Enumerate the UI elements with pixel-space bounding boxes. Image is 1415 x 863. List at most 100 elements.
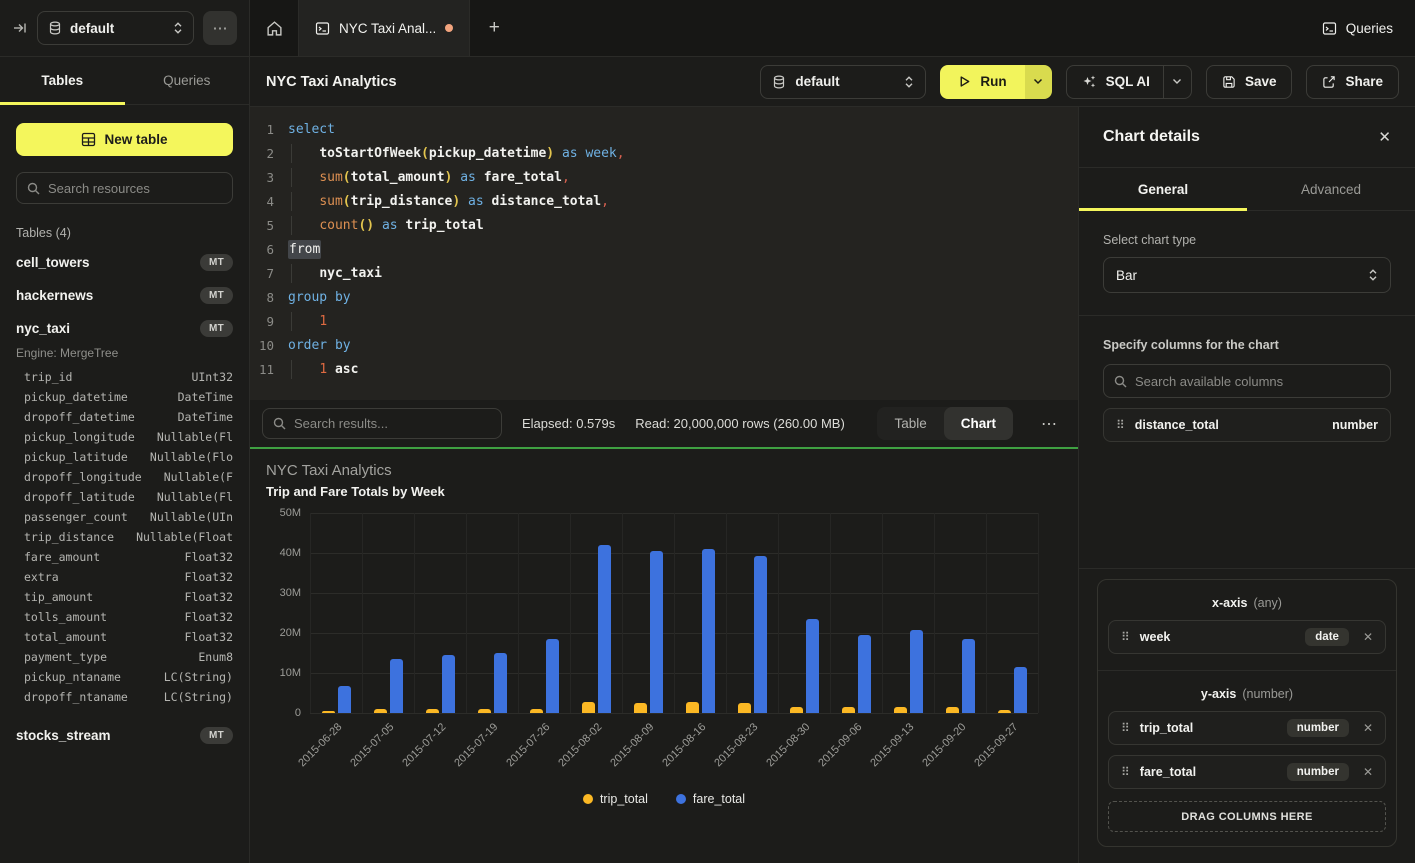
sql-ai-options-button[interactable] — [1163, 66, 1191, 98]
schema-column-row: pickup_longitudeNullable(Fl — [0, 427, 249, 447]
code-line: 7 nyc_taxi — [250, 261, 1078, 285]
results-more-button[interactable]: ⋯ — [1033, 414, 1066, 434]
read-stat: Read: 20,000,000 rows (260.00 MB) — [635, 416, 845, 431]
tables-section-label: Tables (4) — [16, 226, 233, 240]
line-number: 6 — [250, 242, 288, 257]
column-name: pickup_datetime — [24, 390, 128, 404]
engine-badge: MT — [200, 254, 233, 271]
collapse-sidebar-icon[interactable] — [12, 20, 28, 36]
schema-column-row: pickup_ntanameLC(String) — [0, 667, 249, 687]
column-type: UInt32 — [191, 370, 233, 384]
drag-handle-icon[interactable]: ⠿ — [1121, 721, 1130, 735]
new-tab-button[interactable]: + — [470, 0, 518, 56]
code-line: 11 1 asc — [250, 357, 1078, 381]
remove-column-icon[interactable]: ✕ — [1359, 630, 1373, 644]
line-number: 8 — [250, 290, 288, 305]
results-toolbar: Elapsed: 0.579s Read: 20,000,000 rows (2… — [250, 400, 1078, 447]
tab-queries[interactable]: Queries — [125, 57, 250, 104]
legend-item[interactable]: trip_total — [583, 792, 648, 806]
bar-fare_total — [546, 639, 559, 713]
bar-fare_total — [1014, 667, 1027, 713]
bar-group — [778, 619, 830, 713]
y-axis-tick: 40M — [280, 547, 301, 559]
table-name: cell_towers — [16, 255, 200, 270]
column-name: payment_type — [24, 650, 107, 664]
sidebar-table-item[interactable]: nyc_taxiMT — [0, 312, 249, 345]
column-chip[interactable]: ⠿trip_totalnumber✕ — [1108, 711, 1386, 745]
save-button[interactable]: Save — [1206, 65, 1293, 99]
bar-trip_total — [634, 703, 647, 713]
sidebar-database-select[interactable]: default — [37, 11, 194, 45]
drag-handle-icon[interactable]: ⠿ — [1121, 630, 1130, 644]
indent-guide — [291, 168, 292, 187]
sql-ai-button[interactable]: SQL AI — [1066, 65, 1192, 99]
database-icon — [48, 21, 62, 35]
chip-column-name: week — [1140, 630, 1295, 644]
home-icon — [266, 20, 283, 37]
chart-type-select[interactable]: Bar — [1103, 257, 1391, 293]
query-tab-active[interactable]: NYC Taxi Anal... — [298, 0, 470, 56]
results-search — [262, 408, 502, 439]
bar-fare_total — [910, 630, 923, 713]
bar-group — [466, 653, 518, 713]
ellipsis-icon: ⋯ — [1041, 416, 1058, 433]
new-table-button[interactable]: New table — [16, 123, 233, 156]
sql-editor[interactable]: 1select2 toStartOfWeek(pickup_datetime) … — [250, 107, 1078, 400]
bar-group — [830, 635, 882, 713]
toolbar-database-select[interactable]: default — [760, 65, 926, 99]
column-type: Float32 — [185, 570, 233, 584]
unsaved-dot-icon — [445, 24, 453, 32]
x-axis-tick: 2015-08-30 — [764, 721, 812, 769]
table-view-button[interactable]: Table — [877, 407, 943, 440]
drag-handle-icon[interactable]: ⠿ — [1116, 418, 1125, 432]
bar-fare_total — [858, 635, 871, 713]
share-button[interactable]: Share — [1306, 65, 1399, 99]
run-button[interactable]: Run — [940, 65, 1024, 99]
legend-item[interactable]: fare_total — [676, 792, 745, 806]
drag-columns-drop-zone[interactable]: DRAG COLUMNS HERE — [1108, 801, 1386, 832]
run-options-button[interactable] — [1025, 65, 1052, 99]
y-axis-tick: 0 — [295, 707, 301, 719]
engine-badge: MT — [200, 287, 233, 304]
sidebar-search-input[interactable] — [48, 181, 224, 196]
x-axis-chips: ⠿weekdate✕ — [1108, 620, 1386, 654]
x-axis-tick: 2015-08-23 — [712, 721, 760, 769]
columns-search-input[interactable] — [1135, 374, 1380, 389]
tab-advanced[interactable]: Advanced — [1247, 168, 1415, 210]
sidebar-more-button[interactable]: ⋯ — [203, 11, 237, 45]
chart-type-label: Select chart type — [1103, 233, 1391, 247]
sidebar-table-item[interactable]: hackernewsMT — [0, 279, 249, 312]
chip-type-badge: number — [1332, 418, 1378, 432]
x-axis-tick: 2015-07-05 — [348, 721, 396, 769]
plus-icon: + — [489, 17, 500, 39]
column-name: pickup_ntaname — [24, 670, 121, 684]
sidebar-table-item[interactable]: cell_towersMT — [0, 246, 249, 279]
drag-handle-icon[interactable]: ⠿ — [1121, 765, 1130, 779]
column-name: dropoff_longitude — [24, 470, 142, 484]
queries-link[interactable]: Queries — [1300, 0, 1415, 56]
tab-tables[interactable]: Tables — [0, 57, 125, 104]
chevron-updown-icon — [904, 75, 914, 89]
legend-dot-icon — [583, 794, 593, 804]
tab-title: NYC Taxi Anal... — [339, 21, 436, 36]
bar-chart-plot: 010M20M30M40M50M — [310, 513, 1038, 713]
remove-column-icon[interactable]: ✕ — [1359, 721, 1373, 735]
chip-column-name: fare_total — [1140, 765, 1277, 779]
content-row: 1select2 toStartOfWeek(pickup_datetime) … — [250, 107, 1415, 863]
chart-view-button[interactable]: Chart — [944, 407, 1013, 440]
close-icon[interactable]: ✕ — [1378, 128, 1391, 146]
home-tab[interactable] — [250, 0, 298, 56]
results-search-input[interactable] — [294, 416, 491, 431]
line-number: 4 — [250, 194, 288, 209]
column-name: total_amount — [24, 630, 107, 644]
engine-badge: MT — [200, 727, 233, 744]
chart-panel: NYC Taxi Analytics Trip and Fare Totals … — [250, 449, 1078, 863]
tab-general[interactable]: General — [1079, 168, 1247, 210]
column-chip[interactable]: ⠿fare_totalnumber✕ — [1108, 755, 1386, 789]
line-number: 7 — [250, 266, 288, 281]
view-toggle: Table Chart — [877, 407, 1013, 440]
remove-column-icon[interactable]: ✕ — [1359, 765, 1373, 779]
column-chip[interactable]: ⠿distance_totalnumber — [1103, 408, 1391, 442]
sidebar-table-item[interactable]: stocks_streamMT — [0, 719, 249, 752]
column-chip[interactable]: ⠿weekdate✕ — [1108, 620, 1386, 654]
